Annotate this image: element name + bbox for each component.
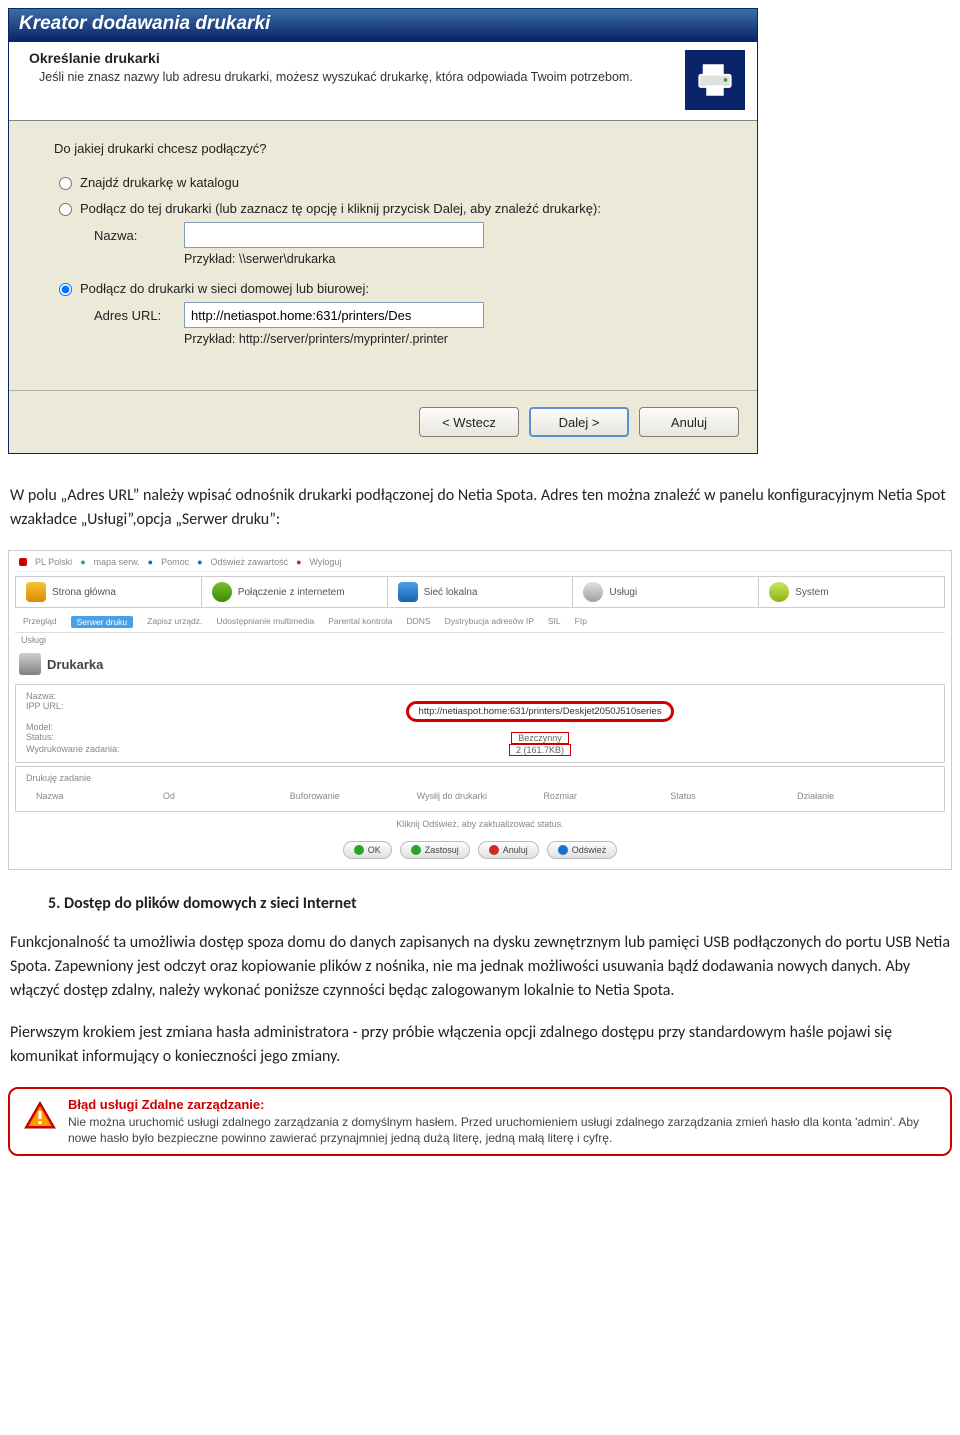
spot-action-buttons: OK Zastosuj Anuluj Odśwież (15, 841, 945, 859)
tab-home[interactable]: Strona główna (16, 577, 202, 607)
printer-icon (19, 653, 41, 675)
services-icon (583, 582, 603, 602)
warning-icon (24, 1101, 56, 1129)
printer-section-title: Drukarka (15, 647, 945, 681)
printer-url-input[interactable] (184, 302, 484, 328)
radio-find-in-directory-label: Znajdź drukarkę w katalogu (80, 175, 239, 190)
error-title: Błąd usługi Zdalne zarządzanie: (68, 1097, 936, 1112)
wizard-step-description: Jeśli nie znasz nazwy lub adresu drukark… (29, 69, 675, 86)
paragraph-functionality: Funkcjonalność ta umożliwia dostęp spoza… (10, 931, 950, 1003)
printer-name-example: Przykład: \\serwer\drukarka (184, 252, 727, 266)
spot-sub-tabs: Przegląd Serwer druku Zapisz urządz. Udo… (15, 612, 945, 633)
printer-url-example: Przykład: http://server/printers/myprint… (184, 332, 727, 346)
spot-main-tabs: Strona główna Połączenie z internetem Si… (15, 576, 945, 608)
ipp-url-label: IPP URL: (26, 701, 146, 722)
subtab-sil[interactable]: SIL (548, 616, 561, 628)
tab-system[interactable]: System (759, 577, 944, 607)
next-button[interactable]: Dalej > (529, 407, 629, 437)
ok-button[interactable]: OK (343, 841, 392, 859)
netia-spot-config-screenshot: PL Polski ●mapa serw. ●Pomoc ●Odśwież za… (8, 550, 952, 870)
home-icon (26, 582, 46, 602)
refresh-button[interactable]: Odśwież (547, 841, 618, 859)
wizard-step-title: Określanie drukarki (29, 50, 675, 66)
error-text: Nie można uruchomić usługi zdalnego zarz… (68, 1114, 936, 1146)
radio-connect-url[interactable] (59, 283, 72, 296)
refresh-icon (558, 845, 568, 855)
printer-name-label: Nazwa: (94, 228, 184, 243)
remote-management-error-box: Błąd usługi Zdalne zarządzanie: Nie możn… (8, 1087, 952, 1156)
subtab-storage[interactable]: Zapisz urządz. (147, 616, 202, 628)
radio-find-in-directory[interactable] (59, 177, 72, 190)
services-breadcrumb: Usługi (15, 633, 945, 647)
print-queue-box: Drukuję zadanie Nazwa Od Buforowanie Wys… (15, 766, 945, 812)
radio-connect-named[interactable] (59, 203, 72, 216)
tab-internet-connection[interactable]: Połączenie z internetem (202, 577, 388, 607)
refresh-hint: Kliknij Odśwież, aby zaktualizować statu… (15, 815, 945, 833)
subtab-ddns[interactable]: DDNS (406, 616, 430, 628)
queue-columns: Nazwa Od Buforowanie Wysłij do drukarki … (26, 787, 934, 805)
spot-cancel-button[interactable]: Anuluj (478, 841, 539, 859)
network-icon (398, 582, 418, 602)
globe-icon (212, 582, 232, 602)
paragraph-password-hint: Pierwszym krokiem jest zmiana hasła admi… (10, 1021, 950, 1069)
apply-button[interactable]: Zastosuj (400, 841, 470, 859)
x-icon (489, 845, 499, 855)
wizard-header: Określanie drukarki Jeśli nie znasz nazw… (9, 42, 757, 121)
subtab-ftp[interactable]: Ftp (575, 616, 587, 628)
window-titlebar[interactable]: Kreator dodawania drukarki (9, 9, 757, 42)
system-icon (769, 582, 789, 602)
spot-top-bar: PL Polski ●mapa serw. ●Pomoc ●Odśwież za… (15, 555, 945, 572)
radio-connect-named-label: Podłącz do tej drukarki (lub zaznacz tę … (80, 201, 601, 216)
wizard-question: Do jakiej drukarki chcesz podłączyć? (54, 141, 727, 156)
subtab-media-share[interactable]: Udostępnianie multimedia (216, 616, 314, 628)
tab-local-network[interactable]: Sieć lokalna (388, 577, 574, 607)
tab-services[interactable]: Usługi (573, 577, 759, 607)
subtab-dhcp[interactable]: Dystrybucja adresów IP (445, 616, 534, 628)
wizard-footer: < Wstecz Dalej > Anuluj (9, 390, 757, 453)
back-button[interactable]: < Wstecz (419, 407, 519, 437)
printer-name-input[interactable] (184, 222, 484, 248)
subtab-print-server[interactable]: Serwer druku (71, 616, 134, 628)
printer-large-icon (685, 50, 745, 110)
subtab-overview[interactable]: Przegląd (23, 616, 57, 628)
printer-info-box: Nazwa: IPP URL: http://netiaspot.home:63… (15, 684, 945, 763)
check-icon (411, 845, 421, 855)
heading-5: 5. Dostęp do plików domowych z sieci Int… (48, 894, 950, 913)
check-icon (354, 845, 364, 855)
document-paragraph-url-hint: W polu „Adres URL” należy wpisać odnośni… (10, 484, 950, 532)
wizard-body: Do jakiej drukarki chcesz podłączyć? Zna… (9, 121, 757, 390)
radio-connect-url-label: Podłącz do drukarki w sieci domowej lub … (80, 281, 369, 296)
add-printer-wizard: Kreator dodawania drukarki Określanie dr… (8, 8, 758, 454)
flag-icon (19, 558, 27, 566)
subtab-parental[interactable]: Parental kontrola (328, 616, 392, 628)
cancel-button[interactable]: Anuluj (639, 407, 739, 437)
printer-url-label: Adres URL: (94, 308, 184, 323)
ipp-url-value-highlight: http://netiaspot.home:631/printers/Deskj… (406, 701, 675, 722)
